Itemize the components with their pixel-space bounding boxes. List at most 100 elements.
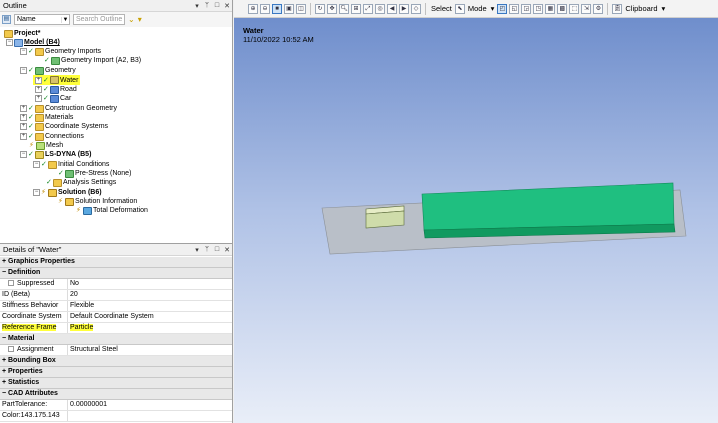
- expand-icon[interactable]: +: [20, 105, 27, 112]
- coordinate-system-value[interactable]: Default Coordinate System: [68, 312, 232, 322]
- tree-node-construction-geometry[interactable]: + ✓ Construction Geometry: [20, 104, 117, 113]
- expand-icon[interactable]: +: [20, 123, 27, 130]
- row-coordinate-system[interactable]: Coordinate System Default Coordinate Sys…: [0, 312, 232, 323]
- reference-frame-value[interactable]: Particle: [70, 324, 94, 331]
- collapse-icon[interactable]: −: [33, 161, 40, 168]
- color-value[interactable]: [68, 411, 232, 421]
- stiffness-value[interactable]: Flexible: [68, 301, 232, 311]
- tree-node-geometry[interactable]: − ✓ Geometry: [20, 66, 76, 75]
- magnifier-icon[interactable]: ◎: [375, 3, 385, 14]
- select-face-icon[interactable]: ◲: [521, 3, 532, 14]
- next-view-icon[interactable]: ▶: [399, 3, 409, 14]
- row-color[interactable]: Color:143.175.143: [0, 411, 232, 422]
- tree-node-materials[interactable]: + ✓ Materials: [20, 113, 73, 122]
- row-suppressed[interactable]: Suppressed No: [0, 279, 232, 290]
- graphics-viewport[interactable]: Water 11/10/2022 10:52 AM: [234, 18, 718, 423]
- tree-node-coordinate-systems[interactable]: + ✓ Coordinate Systems: [20, 122, 108, 131]
- previous-view-icon[interactable]: ◀: [387, 3, 397, 14]
- suppressed-value[interactable]: No: [68, 279, 232, 289]
- pin-icon[interactable]: ᛘ: [202, 2, 212, 9]
- zoom-icon[interactable]: 🔍︎: [339, 3, 349, 14]
- wireframe-icon[interactable]: ▣: [284, 3, 294, 14]
- part-tolerance-value[interactable]: 0.00000001: [68, 400, 232, 410]
- collapse-icon[interactable]: −: [20, 151, 27, 158]
- row-stiffness-behavior[interactable]: Stiffness Behavior Flexible: [0, 301, 232, 312]
- edges-icon[interactable]: ◫: [296, 3, 306, 14]
- collapse-icon[interactable]: −: [33, 189, 40, 196]
- row-part-tolerance[interactable]: PartTolerance: 0.00000001: [0, 400, 232, 411]
- tree-node-initial-conditions[interactable]: − ✓ Initial Conditions: [33, 160, 109, 169]
- close-icon[interactable]: ✕: [222, 2, 232, 10]
- collapse-icon[interactable]: −: [20, 48, 27, 55]
- expand-icon[interactable]: +: [20, 114, 27, 121]
- expand-icon[interactable]: +: [35, 95, 42, 102]
- rotate-icon[interactable]: ↻: [315, 3, 325, 14]
- row-assignment[interactable]: Assignment Structural Steel: [0, 345, 232, 356]
- tree-node-solution-information[interactable]: ⚡ Solution Information: [58, 197, 137, 206]
- settings-icon[interactable]: ⚙: [593, 3, 604, 14]
- category-properties[interactable]: + Properties: [0, 367, 232, 378]
- tree-node-analysis-settings[interactable]: ✓ Analysis Settings: [46, 178, 116, 187]
- category-graphics-properties[interactable]: + Graphics Properties: [0, 257, 232, 268]
- tree-node-solution[interactable]: − ⚡ Solution (B6): [33, 188, 102, 197]
- zoom-in-icon[interactable]: ⊕: [248, 3, 258, 14]
- tree-node-geometry-imports[interactable]: − ✓ Geometry Imports: [20, 47, 101, 56]
- pin-icon[interactable]: ᛘ: [202, 246, 212, 253]
- restore-icon[interactable]: □: [212, 246, 222, 253]
- chevron-down-icon[interactable]: ▾: [490, 4, 496, 13]
- select-vertex-icon[interactable]: ◰: [497, 3, 508, 14]
- clipboard-icon[interactable]: 📋︎: [612, 3, 623, 14]
- restore-icon[interactable]: □: [212, 2, 222, 9]
- category-cad-attributes[interactable]: − CAD Attributes: [0, 389, 232, 400]
- select-node-icon[interactable]: ▦: [545, 3, 556, 14]
- tree-node-lsdyna[interactable]: − ✓ LS-DYNA (B5): [20, 150, 91, 159]
- fit-icon[interactable]: ⤢: [363, 3, 373, 14]
- collapse-icon[interactable]: −: [6, 39, 13, 46]
- expand-icon[interactable]: +: [35, 76, 42, 84]
- dropdown-icon[interactable]: ▾: [192, 2, 202, 10]
- checkbox[interactable]: [8, 346, 14, 353]
- pan-icon[interactable]: ✥: [327, 3, 337, 14]
- display-cube-icon[interactable]: ■: [272, 3, 282, 14]
- tree-node-project[interactable]: Project*: [4, 29, 40, 38]
- select-all-icon[interactable]: ⬚: [569, 3, 580, 14]
- category-material[interactable]: − Material: [0, 334, 232, 345]
- zoom-out-icon[interactable]: ⊖: [260, 3, 270, 14]
- tree-node-car[interactable]: + ✓ Car: [35, 94, 71, 103]
- filter-icon[interactable]: ⌄: [128, 15, 135, 24]
- extend-icon[interactable]: ⇲: [581, 3, 592, 14]
- select-element-icon[interactable]: ▩: [557, 3, 568, 14]
- id-value[interactable]: 20: [68, 290, 232, 300]
- box-zoom-icon[interactable]: ⊞: [351, 3, 361, 14]
- tree-node-total-deformation[interactable]: ⚡ Total Deformation: [76, 206, 148, 215]
- clipboard-dropdown[interactable]: Clipboard: [624, 4, 658, 13]
- select-mode-icon[interactable]: ⬉: [454, 3, 465, 14]
- collapse-icon[interactable]: −: [20, 67, 27, 74]
- tree-node-model[interactable]: − Model (B4): [6, 38, 60, 47]
- select-edge-icon[interactable]: ◱: [509, 3, 520, 14]
- tree-node-road[interactable]: + ✓ Road: [35, 85, 77, 94]
- search-outline-input[interactable]: Search Outline: [73, 14, 125, 25]
- expand-icon[interactable]: +: [20, 133, 27, 140]
- tree-node-pre-stress[interactable]: ✓ Pre-Stress (None): [58, 169, 131, 178]
- row-id[interactable]: ID (Beta) 20: [0, 290, 232, 301]
- model-scene[interactable]: [234, 18, 718, 423]
- select-body-icon[interactable]: ◳: [533, 3, 544, 14]
- filter-dropdown-icon[interactable]: ▾: [138, 15, 142, 24]
- select-label[interactable]: Select: [430, 4, 453, 13]
- iso-view-icon[interactable]: ◇: [411, 3, 421, 14]
- category-definition[interactable]: − Definition: [0, 268, 232, 279]
- expand-icon[interactable]: +: [35, 86, 42, 93]
- chevron-down-icon[interactable]: ▾: [661, 4, 667, 13]
- dropdown-icon[interactable]: ▾: [192, 246, 202, 254]
- name-select[interactable]: Name ▼: [14, 14, 70, 25]
- assignment-value[interactable]: Structural Steel: [68, 345, 232, 355]
- close-icon[interactable]: ✕: [222, 246, 232, 254]
- tree-node-mesh[interactable]: ⚡ Mesh: [29, 141, 63, 150]
- category-statistics[interactable]: + Statistics: [0, 378, 232, 389]
- checkbox[interactable]: [8, 280, 14, 287]
- filter-toggle-icon[interactable]: ▤: [2, 15, 11, 24]
- mode-dropdown[interactable]: Mode: [467, 4, 488, 13]
- tree-node-water[interactable]: + ✓ Water: [33, 75, 81, 85]
- tree-node-connections[interactable]: + ✓ Connections: [20, 132, 84, 141]
